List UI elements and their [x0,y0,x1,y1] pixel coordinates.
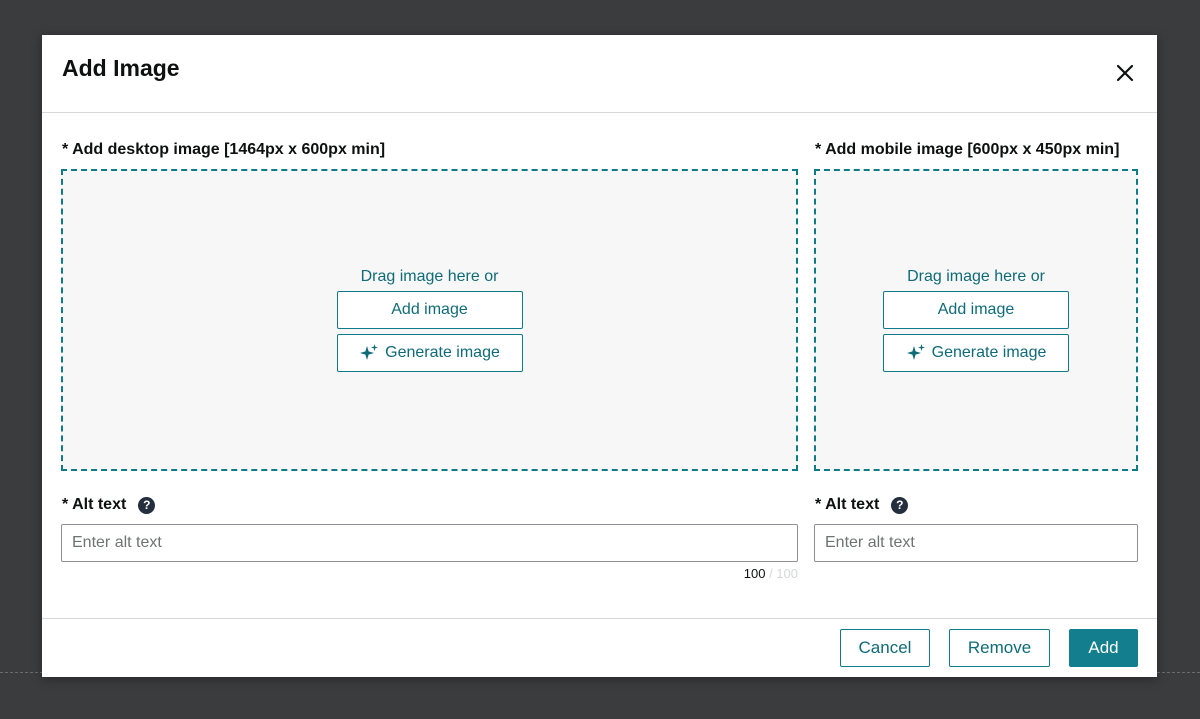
modal-header: Add Image [42,35,1157,113]
desktop-alt-text-input[interactable] [61,524,798,562]
mobile-add-image-button[interactable]: Add image [883,291,1069,329]
mobile-alt-text-label: * Alt text ? [815,496,909,514]
mobile-dropzone[interactable]: Drag image here or Add image Generate im… [814,169,1138,471]
add-image-modal: Add Image * Add desktop image [1464px x … [42,35,1157,677]
desktop-alt-text-counter: 100 / 100 [744,566,798,581]
add-button[interactable]: Add [1069,629,1138,667]
desktop-image-label: * Add desktop image [1464px x 600px min] [62,141,386,158]
mobile-image-label: * Add mobile image [600px x 450px min] [815,141,1120,158]
help-icon[interactable]: ? [891,496,909,514]
desktop-add-image-button[interactable]: Add image [336,291,523,329]
remove-button[interactable]: Remove [949,629,1050,667]
mobile-alt-text-input[interactable] [814,524,1138,562]
mobile-generate-image-button[interactable]: Generate image [883,334,1069,372]
desktop-generate-image-label: Generate image [385,344,500,361]
mobile-generate-image-label: Generate image [931,344,1047,361]
cancel-button[interactable]: Cancel [840,629,930,667]
counter-max: 100 [776,566,798,581]
sparkle-icon [906,343,926,363]
counter-separator: / [765,566,777,581]
desktop-drag-text: Drag image here or [360,268,499,285]
counter-current: 100 [743,566,766,581]
desktop-add-image-label: Add image [391,301,468,318]
close-icon [1116,64,1134,82]
desktop-alt-text-label-text: * Alt text [62,496,127,513]
modal-footer: Cancel Remove Add [42,618,1157,678]
mobile-alt-text-label-text: * Alt text [815,496,880,513]
close-button[interactable] [1113,61,1137,85]
mobile-add-image-label: Add image [937,301,1015,318]
mobile-drag-text: Drag image here or [907,268,1045,285]
desktop-generate-image-button[interactable]: Generate image [336,334,523,372]
modal-title: Add Image [62,55,180,81]
desktop-dropzone[interactable]: Drag image here or Add image Generate im… [61,169,798,471]
sparkle-icon [359,343,379,363]
help-icon[interactable]: ? [138,496,156,514]
desktop-alt-text-label: * Alt text ? [62,496,156,514]
